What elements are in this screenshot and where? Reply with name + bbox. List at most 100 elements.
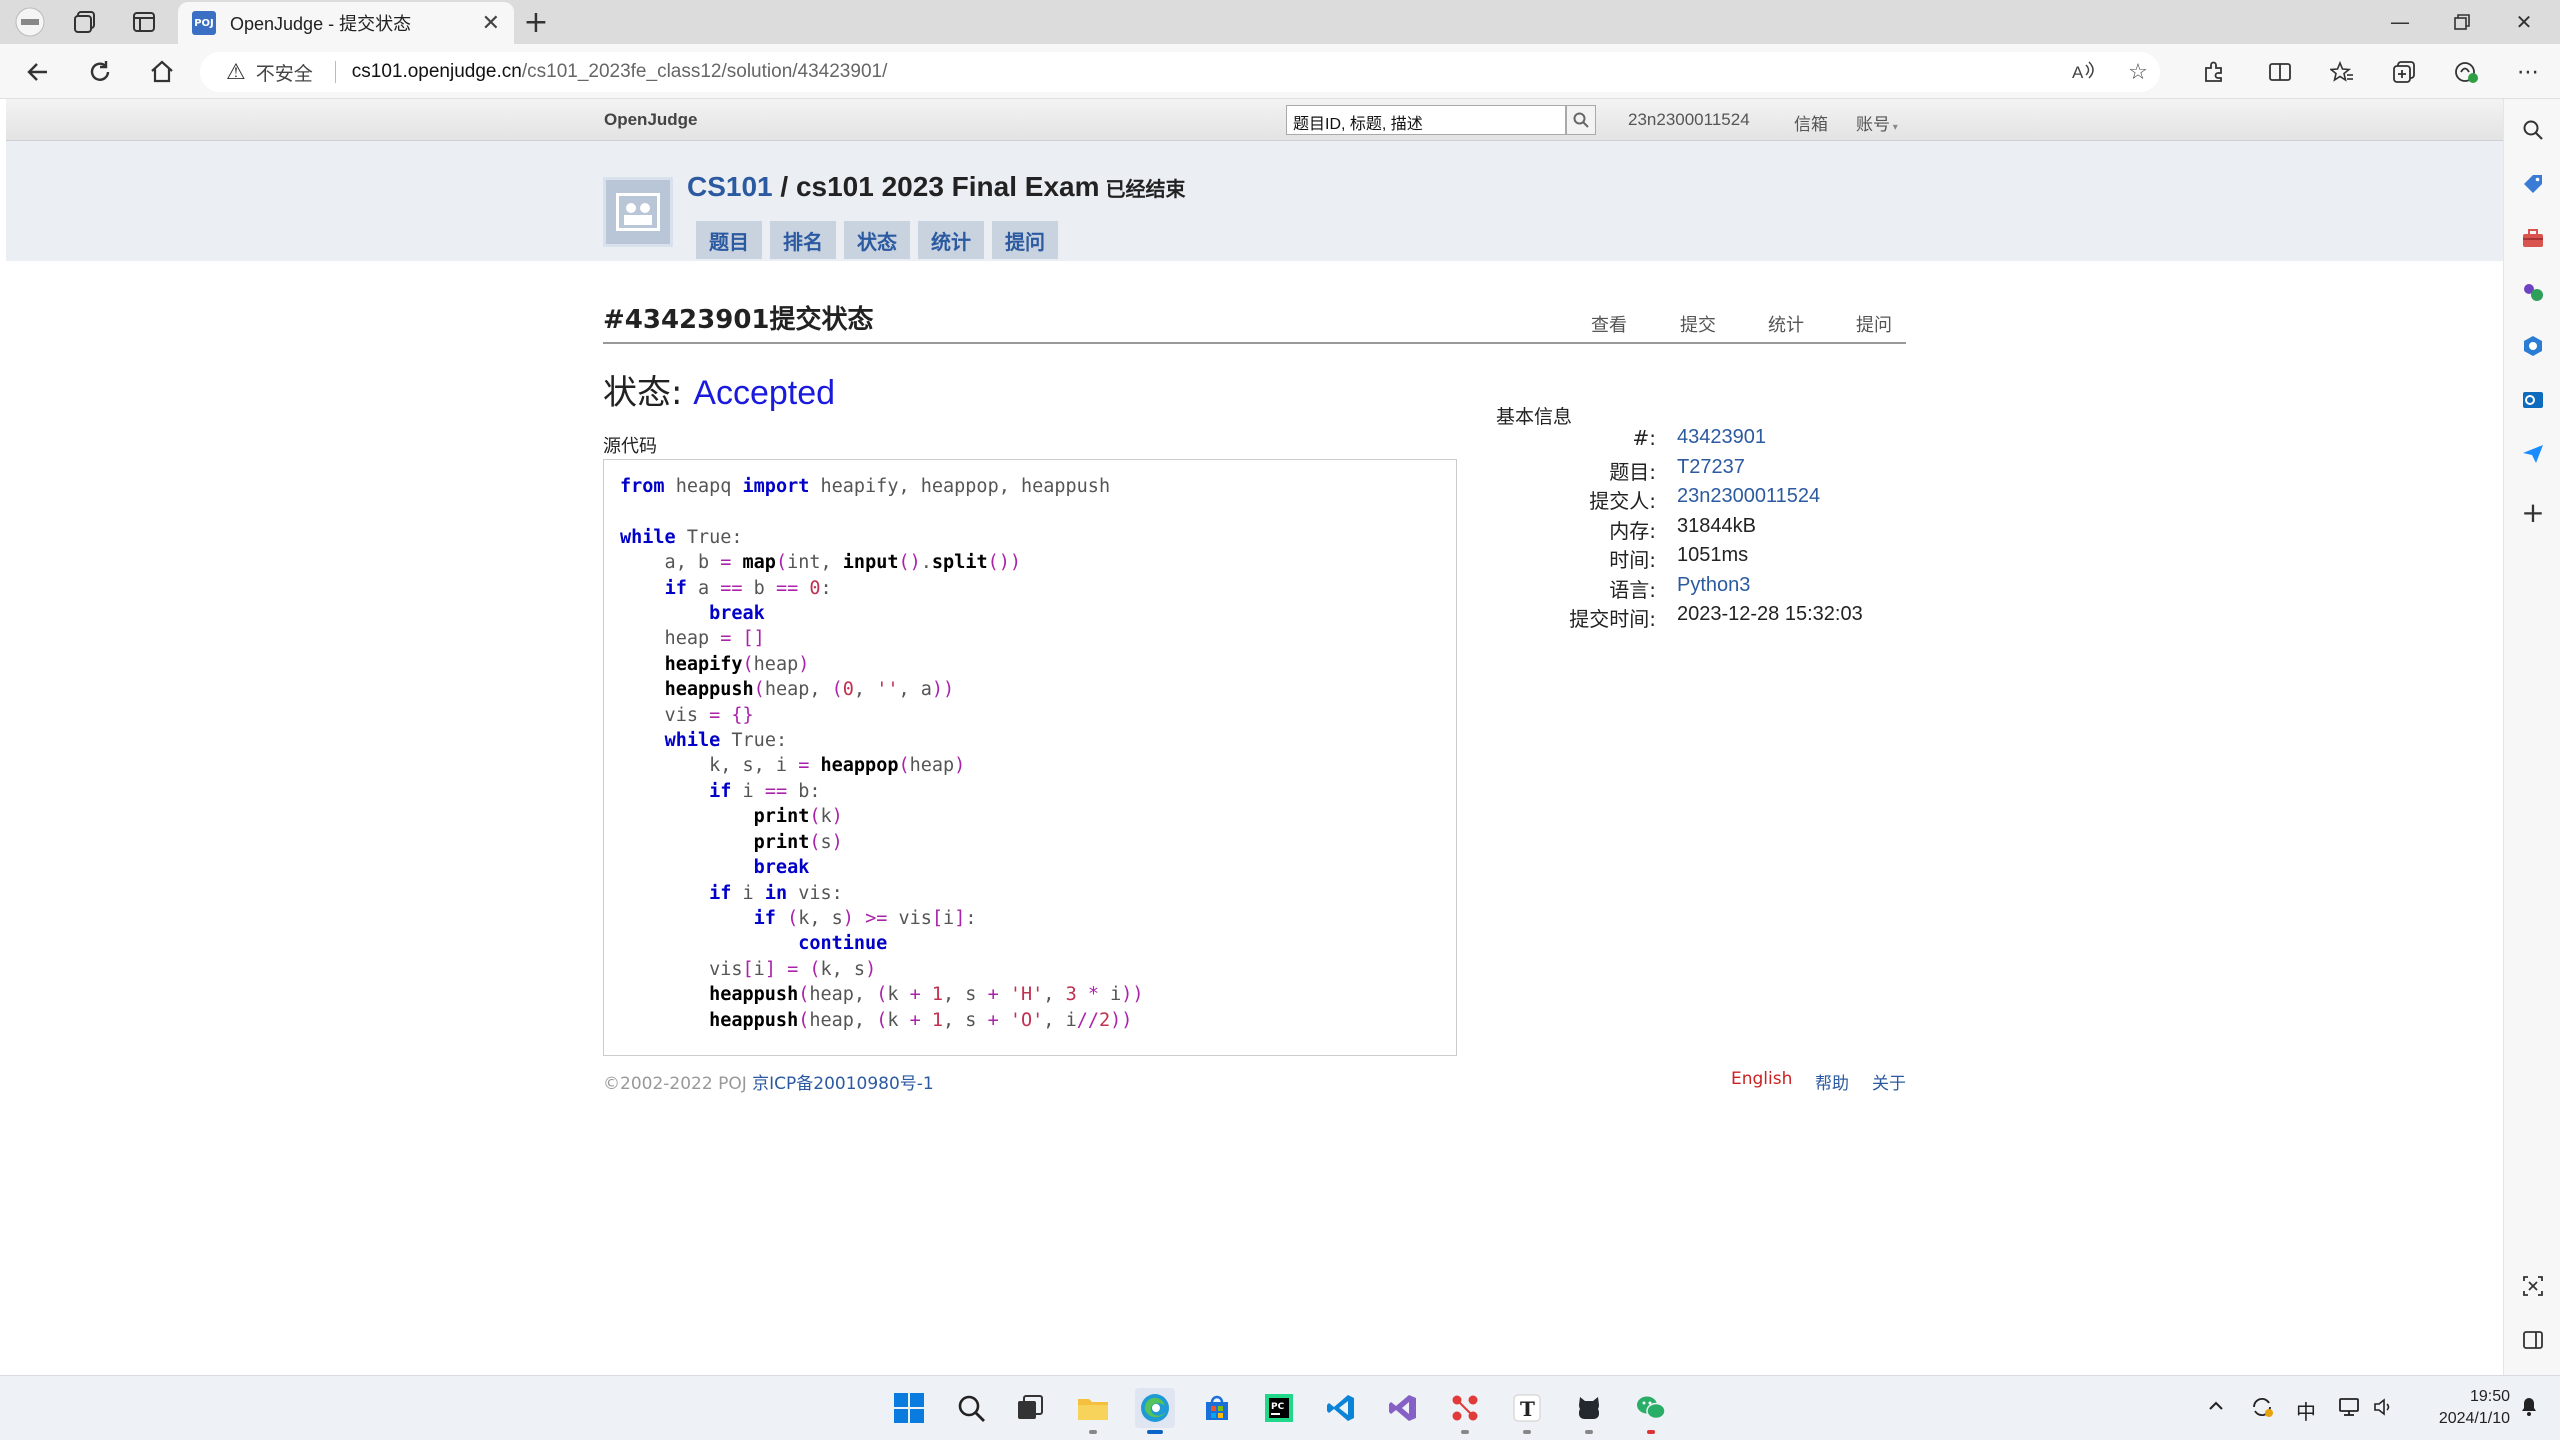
code-line: print(k)	[753, 806, 843, 828]
clock-date: 2024/1/10	[2438, 1410, 2510, 1427]
svg-text:A: A	[2072, 63, 2084, 82]
outlook-icon[interactable]	[2518, 385, 2548, 415]
info-value: 2023-12-28 15:32:03	[1677, 603, 1863, 625]
info-value-link[interactable]: 23n2300011524	[1677, 485, 1820, 508]
send-icon[interactable]	[2518, 439, 2548, 469]
ime-indicator[interactable]: 中	[2296, 1396, 2316, 1425]
tools-icon[interactable]	[2518, 223, 2548, 253]
github-desktop-icon[interactable]	[1569, 1388, 1609, 1434]
divider	[334, 61, 336, 83]
microsoft-365-icon[interactable]	[2518, 331, 2548, 361]
new-tab-button[interactable]: +	[520, 5, 552, 40]
english-link[interactable]: English	[1731, 1069, 1792, 1089]
page-viewport: OpenJudge 题目ID, 标题, 描述 23n2300011524 信箱 …	[6, 99, 2503, 1375]
system-clock[interactable]: 19:50 2024/1/10	[2400, 1386, 2510, 1430]
info-key: 时间:	[1609, 548, 1656, 572]
close-icon[interactable]: ✕	[482, 11, 500, 36]
code-line: break	[709, 603, 765, 625]
info-value-link[interactable]: T27237	[1677, 456, 1745, 479]
volume-icon[interactable]	[2372, 1396, 2394, 1423]
user-link[interactable]: 23n2300011524	[1628, 110, 1750, 130]
sidebar-toggle-icon[interactable]	[2518, 1325, 2548, 1355]
site-logo[interactable]: OpenJudge	[604, 110, 698, 130]
extensions-icon[interactable]	[2196, 54, 2232, 90]
workspaces-icon[interactable]	[70, 6, 102, 38]
back-icon[interactable]	[20, 54, 56, 90]
course-link[interactable]: CS101	[687, 171, 773, 202]
more-menu-icon[interactable]: ⋯	[2510, 54, 2546, 90]
network-icon[interactable]	[2338, 1396, 2362, 1423]
profile-avatar-icon[interactable]	[14, 6, 46, 38]
split-screen-icon[interactable]	[2262, 54, 2298, 90]
favorites-icon[interactable]	[2324, 54, 2360, 90]
vscode-icon[interactable]	[1321, 1388, 1361, 1428]
shopping-tag-icon[interactable]	[2518, 169, 2548, 199]
address-bar[interactable]: ⚠ 不安全 cs101.openjudge.cn/cs101_2023fe_cl…	[200, 52, 2160, 92]
help-link[interactable]: 帮助	[1815, 1069, 1849, 1094]
visual-studio-icon[interactable]	[1383, 1388, 1423, 1428]
info-value-link[interactable]: 43423901	[1677, 426, 1766, 449]
info-key: 提交人:	[1589, 489, 1656, 513]
sync-icon[interactable]	[2250, 1396, 2274, 1423]
tab-actions-icon[interactable]	[128, 6, 160, 38]
favorite-star-icon[interactable]: ☆	[2120, 52, 2156, 92]
home-icon[interactable]	[144, 54, 180, 90]
git-tool-icon[interactable]	[1445, 1388, 1485, 1434]
svg-text:PC: PC	[1271, 1402, 1285, 1412]
window-close-button[interactable]: ✕	[2494, 4, 2554, 40]
file-explorer-icon[interactable]	[1073, 1388, 1113, 1434]
start-icon[interactable]	[889, 1388, 929, 1428]
tab-problems[interactable]: 题目	[696, 221, 762, 259]
chevron-up-icon[interactable]	[2207, 1396, 2225, 1420]
read-aloud-icon[interactable]: A	[2066, 52, 2102, 92]
info-value-link[interactable]: Python3	[1677, 574, 1750, 597]
edge-icon[interactable]	[1135, 1388, 1175, 1434]
typora-icon[interactable]: T	[1507, 1388, 1547, 1434]
tab-statistics[interactable]: 统计	[918, 221, 984, 259]
task-view-icon[interactable]	[1010, 1388, 1050, 1428]
collections-icon[interactable]	[2386, 54, 2422, 90]
info-key: 内存:	[1609, 518, 1656, 543]
chevron-down-icon: ▾	[1890, 122, 1898, 133]
warning-icon[interactable]: ⚠	[226, 60, 246, 85]
info-row: 提交人: 23n2300011524	[1496, 485, 2096, 514]
info-key: #:	[1632, 426, 1657, 450]
view-link[interactable]: 查看	[1591, 311, 1627, 337]
refresh-icon[interactable]	[82, 54, 118, 90]
search-icon[interactable]	[2518, 115, 2548, 145]
about-link[interactable]: 关于	[1872, 1069, 1906, 1094]
submit-link[interactable]: 提交	[1680, 311, 1716, 337]
running-indicator	[1585, 1430, 1593, 1434]
notification-bell-icon[interactable]	[2518, 1394, 2540, 1423]
wechat-icon[interactable]	[1631, 1388, 1671, 1434]
search-button[interactable]	[1566, 105, 1596, 135]
tab-ranking[interactable]: 排名	[770, 221, 836, 259]
screenshot-icon[interactable]	[2518, 1271, 2548, 1301]
tab-openjudge[interactable]: POJ OpenJudge - 提交状态 ✕	[178, 2, 514, 44]
icp-link[interactable]: 京ICP备20010980号-1	[752, 1074, 934, 1094]
code-line: while True:	[664, 730, 788, 752]
code-line: if i == b:	[709, 780, 821, 802]
poj-favicon-icon: POJ	[192, 11, 216, 35]
pycharm-icon[interactable]: PC	[1259, 1388, 1299, 1428]
add-icon[interactable]: +	[2518, 496, 2548, 529]
restore-button[interactable]	[2432, 4, 2492, 40]
statistics-link[interactable]: 统计	[1768, 311, 1804, 337]
code-line: if a == b == 0:	[664, 577, 832, 599]
title-separator: /	[772, 171, 796, 202]
browser-essentials-icon[interactable]	[2448, 54, 2484, 90]
security-label[interactable]: 不安全	[256, 59, 313, 86]
tab-questions[interactable]: 提问	[992, 221, 1058, 259]
minimize-button[interactable]: —	[2370, 4, 2430, 40]
ask-link[interactable]: 提问	[1856, 311, 1892, 337]
mailbox-link[interactable]: 信箱	[1794, 110, 1828, 135]
running-indicator	[1523, 1430, 1531, 1434]
store-icon[interactable]	[1197, 1388, 1237, 1428]
games-icon[interactable]	[2518, 277, 2548, 307]
footer-copyright: ©2002-2022 POJ 京ICP备20010980号-1	[603, 1069, 934, 1094]
code-line: from heapq import heapify, heappop, heap…	[620, 476, 1111, 497]
search-input[interactable]: 题目ID, 标题, 描述	[1286, 105, 1566, 135]
search-icon[interactable]	[951, 1388, 991, 1428]
tab-status[interactable]: 状态	[844, 221, 910, 259]
account-menu[interactable]: 账号 ▾	[1856, 110, 1898, 135]
